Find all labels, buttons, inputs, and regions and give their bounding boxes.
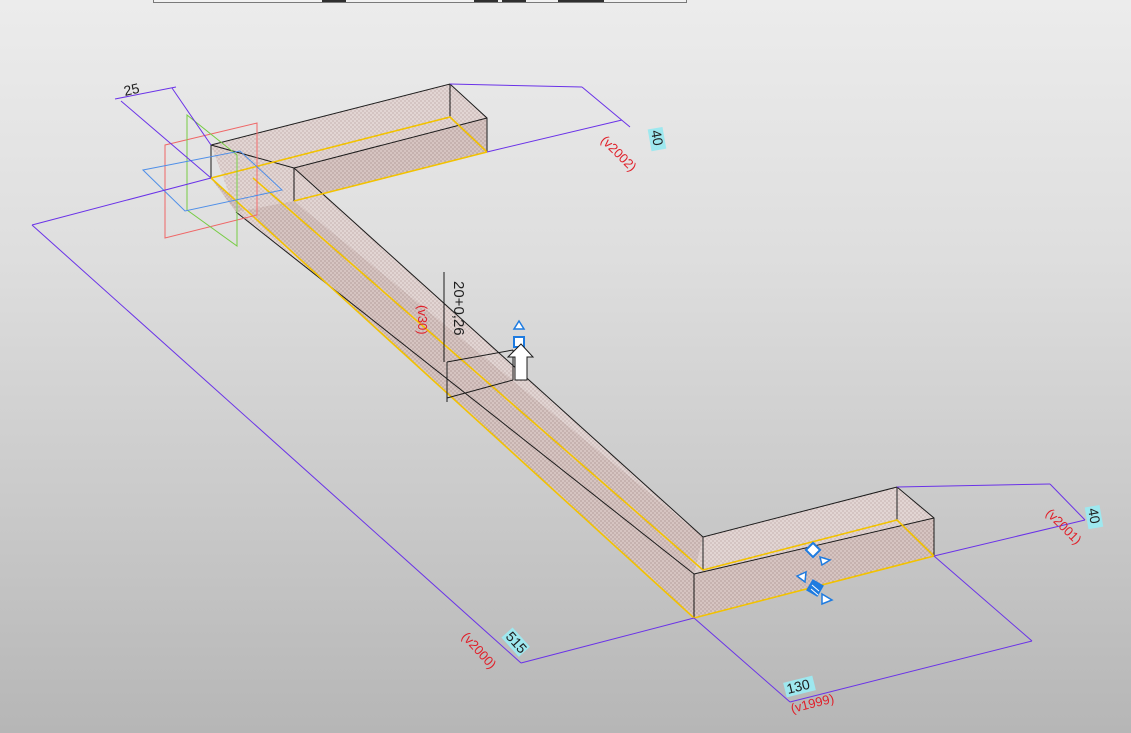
dim-wall-right-top[interactable]: 40 bbox=[647, 126, 668, 152]
svg-text:130: 130 bbox=[785, 676, 812, 697]
var-long-edge[interactable]: (v2000) bbox=[459, 629, 500, 672]
svg-text:515: 515 bbox=[503, 628, 531, 656]
svg-text:40: 40 bbox=[648, 129, 666, 147]
triangle-right-icon[interactable] bbox=[821, 592, 834, 606]
var-top-right[interactable]: (v2002) bbox=[598, 133, 640, 175]
dimension-lines[interactable] bbox=[31, 83, 1086, 703]
dim-long-edge[interactable]: 515 bbox=[501, 627, 530, 657]
triangle-up-icon[interactable] bbox=[512, 319, 526, 330]
dim-bottom-length[interactable]: 130 bbox=[783, 675, 816, 698]
dim-wall-right-bottom[interactable]: 40 bbox=[1084, 504, 1105, 530]
dim-depth-left[interactable]: 25 bbox=[122, 80, 141, 99]
svg-text:40: 40 bbox=[1085, 507, 1103, 525]
cad-3d-viewport[interactable]: 25 40 (v2002) 40 (v2001) 515 (v2000) 130… bbox=[0, 0, 1131, 733]
var-center[interactable]: (v30) bbox=[415, 305, 430, 335]
dim-center-tolerance[interactable]: 20+0,26 bbox=[450, 281, 467, 336]
var-bottom-right[interactable]: (v2001) bbox=[1043, 506, 1085, 548]
